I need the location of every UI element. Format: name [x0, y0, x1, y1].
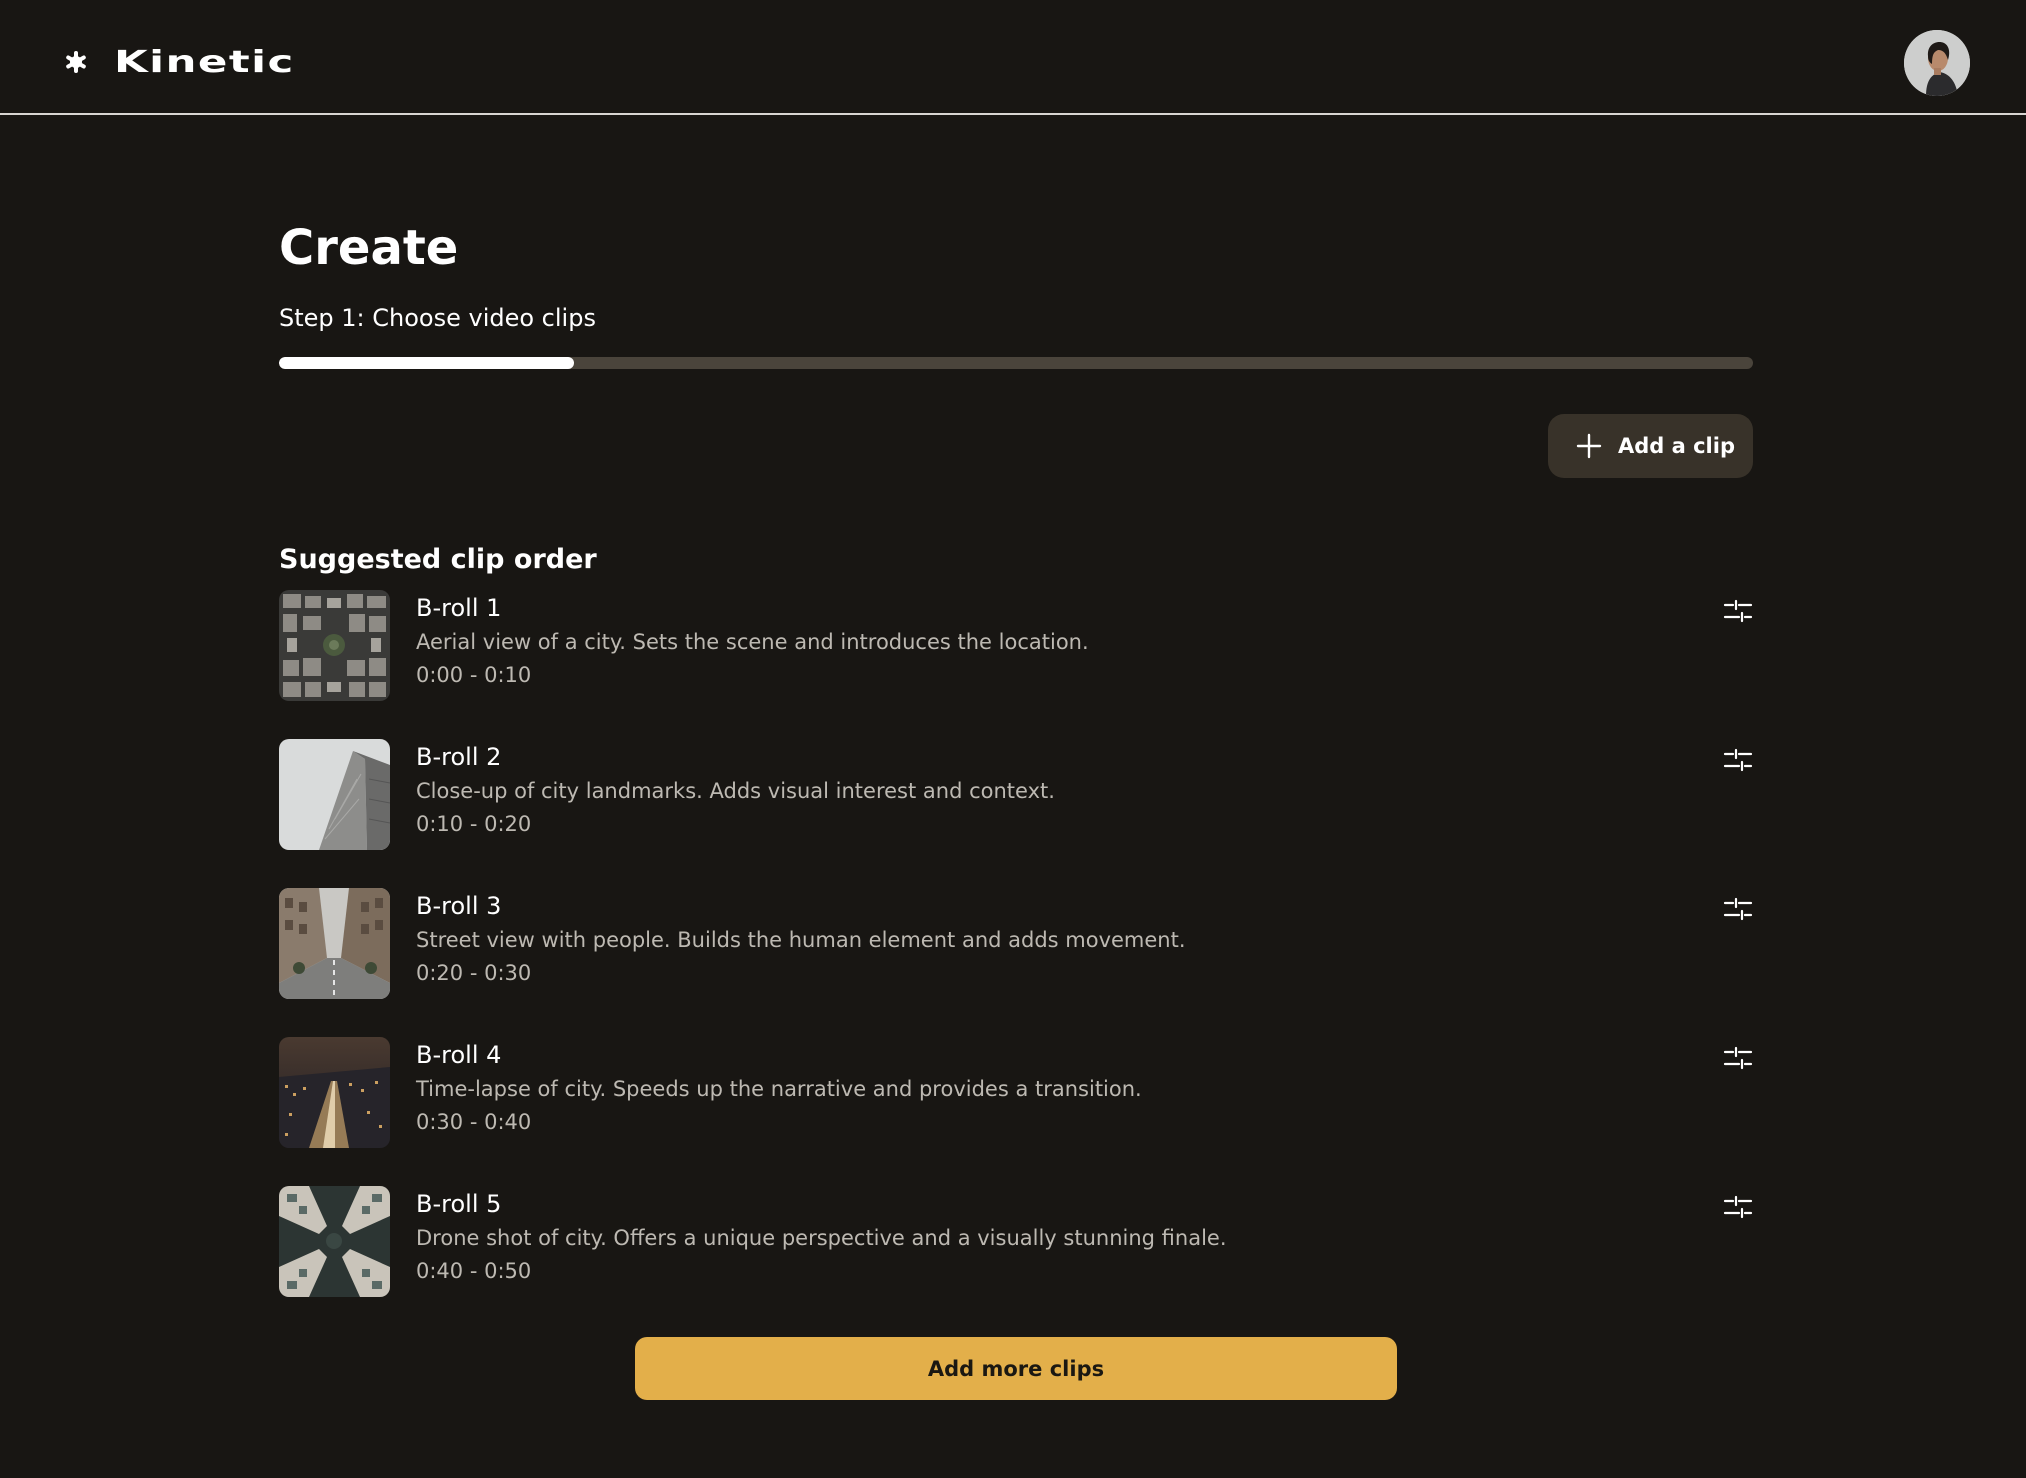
- clip-time-range: 0:10 - 0:20: [416, 812, 532, 836]
- clip-name: B-roll 4: [416, 1041, 502, 1069]
- adjust-sliders-icon[interactable]: [1723, 596, 1753, 626]
- adjust-sliders-icon[interactable]: [1723, 1043, 1753, 1073]
- clip-item[interactable]: B-roll 3 Street view with people. Builds…: [279, 888, 1753, 1037]
- clip-item[interactable]: B-roll 4 Time-lapse of city. Speeds up t…: [279, 1037, 1753, 1186]
- clip-time-range: 0:40 - 0:50: [416, 1259, 532, 1283]
- clip-name: B-roll 5: [416, 1190, 502, 1218]
- adjust-sliders-icon[interactable]: [1723, 745, 1753, 775]
- drone-city-thumbnail[interactable]: [279, 1186, 390, 1297]
- page-title: Create: [279, 220, 459, 277]
- clip-name: B-roll 2: [416, 743, 502, 771]
- clip-description: Close-up of city landmarks. Adds visual …: [416, 779, 1055, 803]
- brand[interactable]: Kinetic: [64, 40, 293, 84]
- add-more-clips-button[interactable]: Add more clips: [635, 1337, 1397, 1400]
- aerial-city-thumbnail[interactable]: [279, 590, 390, 701]
- clip-description: Street view with people. Builds the huma…: [416, 928, 1186, 952]
- step-progress-bar: [279, 357, 1753, 369]
- add-clip-label: Add a clip: [1618, 434, 1735, 458]
- building-closeup-thumbnail[interactable]: [279, 739, 390, 850]
- clip-time-range: 0:00 - 0:10: [416, 663, 532, 687]
- clip-item[interactable]: B-roll 5 Drone shot of city. Offers a un…: [279, 1186, 1753, 1335]
- street-view-thumbnail[interactable]: [279, 888, 390, 999]
- top-bar: Kinetic: [0, 0, 2026, 115]
- clip-item[interactable]: B-roll 2 Close-up of city landmarks. Add…: [279, 739, 1753, 888]
- clip-name: B-roll 3: [416, 892, 502, 920]
- section-title: Suggested clip order: [279, 544, 597, 576]
- clip-description: Aerial view of a city. Sets the scene an…: [416, 630, 1089, 654]
- clip-time-range: 0:20 - 0:30: [416, 961, 532, 985]
- asterisk-icon: [66, 51, 86, 73]
- city-night-thumbnail[interactable]: [279, 1037, 390, 1148]
- avatar[interactable]: [1904, 30, 1970, 96]
- clip-description: Time-lapse of city. Speeds up the narrat…: [416, 1077, 1142, 1101]
- plus-icon: [1576, 433, 1602, 459]
- clip-name: B-roll 1: [416, 594, 502, 622]
- step-progress-fill: [279, 357, 574, 369]
- clip-description: Drone shot of city. Offers a unique pers…: [416, 1226, 1227, 1250]
- user-avatar-icon: [1904, 30, 1970, 96]
- clip-item[interactable]: B-roll 1 Aerial view of a city. Sets the…: [279, 590, 1753, 739]
- brand-name: Kinetic: [114, 44, 295, 80]
- adjust-sliders-icon[interactable]: [1723, 1192, 1753, 1222]
- clip-time-range: 0:30 - 0:40: [416, 1110, 532, 1134]
- clip-list: B-roll 1 Aerial view of a city. Sets the…: [279, 590, 1753, 1335]
- step-label: Step 1: Choose video clips: [279, 304, 596, 332]
- add-clip-button[interactable]: Add a clip: [1548, 414, 1753, 478]
- adjust-sliders-icon[interactable]: [1723, 894, 1753, 924]
